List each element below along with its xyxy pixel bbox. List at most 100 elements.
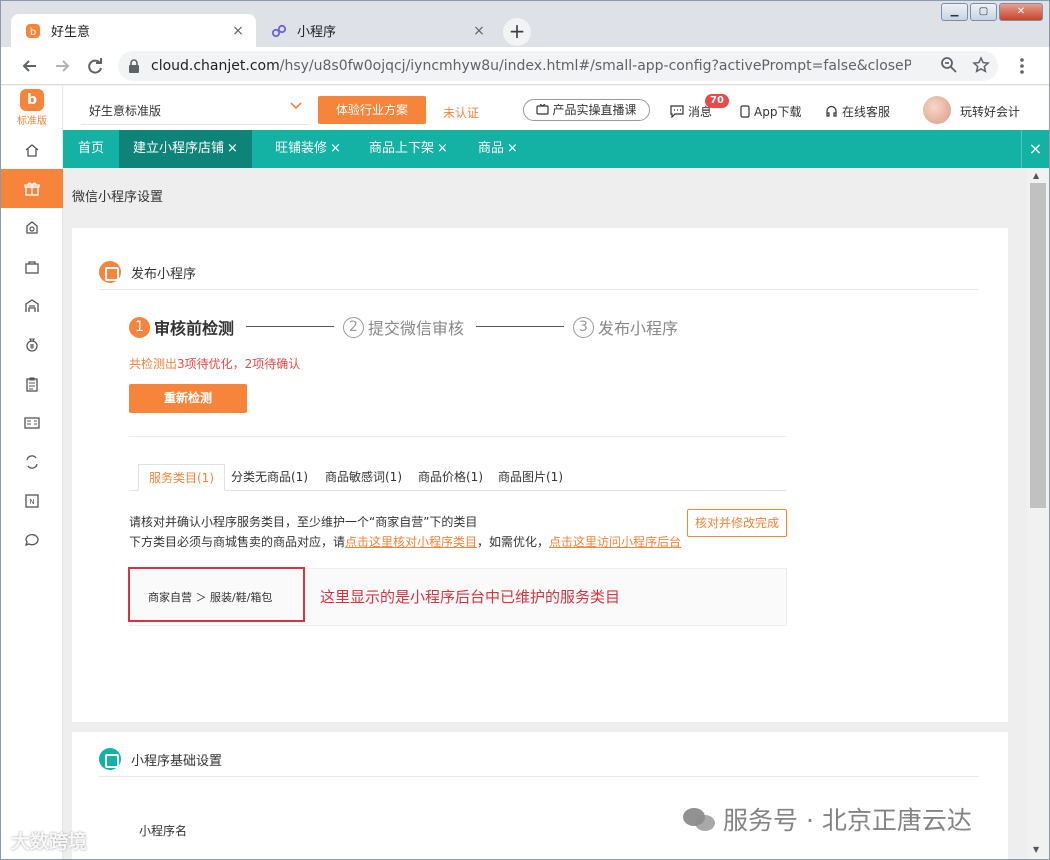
detect-summary: 共检测出3项待优化，2项待确认: [129, 355, 300, 372]
svg-text:N: N: [29, 498, 34, 506]
tab-close-icon[interactable]: ×: [230, 23, 246, 39]
watermark-brand: 大数跨境: [11, 827, 87, 854]
tab-close-icon[interactable]: ×: [471, 23, 487, 39]
sidebar-item-gift[interactable]: [1, 169, 63, 208]
edition-selector[interactable]: 好生意标准版: [89, 102, 161, 119]
sidebar-item-chat[interactable]: [1, 520, 63, 559]
step-label: 审核前检测: [154, 319, 235, 338]
app-download-link[interactable]: App下载: [740, 103, 801, 120]
gift-icon: [24, 181, 40, 196]
scroll-down-arrow-icon[interactable]: ▼: [1033, 845, 1039, 854]
message-icon: [670, 105, 684, 119]
user-name[interactable]: 玩转好会计: [960, 103, 1020, 120]
scrollbar-thumb[interactable]: [1030, 183, 1046, 508]
window-close-button[interactable]: ✕: [999, 3, 1043, 21]
tab-home[interactable]: 首页: [63, 130, 119, 168]
section-title-text: 小程序基础设置: [131, 753, 223, 769]
desc-text: 下方类目必须与商城售卖的商品对应，请: [129, 535, 346, 549]
logo-badge: b: [20, 89, 44, 111]
main-content: 微信小程序设置 发布小程序 1 审核前检测 2 提交微信审核 3 发布小程序 共…: [63, 168, 1027, 859]
brand-logo[interactable]: b 标准版: [1, 86, 63, 130]
close-icon[interactable]: ×: [437, 141, 448, 156]
browser-tab-xiaochengxu[interactable]: 小程序 ×: [257, 14, 497, 47]
refresh-cycle-icon: [26, 454, 38, 469]
sidebar-item-warehouse[interactable]: [1, 286, 63, 325]
section-title-text: 发布小程序: [131, 266, 197, 282]
step-connector: [476, 326, 564, 327]
step-number: 2: [343, 316, 364, 338]
tab-build-mini-store[interactable]: 建立小程序店铺 ×: [119, 130, 252, 168]
visit-backend-link[interactable]: 点击这里访问小程序后台: [549, 535, 681, 549]
tab-title: 好生意: [51, 25, 91, 40]
annotation-note: 这里显示的是小程序后台中已维护的服务类目: [320, 588, 621, 606]
minimize-button[interactable]: ▁: [941, 3, 968, 21]
home-icon: [25, 143, 39, 157]
tab-service-category[interactable]: 服务类目(1): [138, 464, 225, 491]
address-bar[interactable]: cloud.chanjet.com/hsy/u8s0fw0ojqcj/iyncm…: [118, 51, 998, 81]
sidebar-item-shop[interactable]: [1, 208, 63, 247]
close-icon[interactable]: ×: [330, 141, 341, 156]
shop-icon: [26, 220, 38, 234]
step-number: 1: [129, 316, 150, 338]
sidebar-item-money[interactable]: [1, 325, 63, 364]
close-icon[interactable]: ×: [507, 141, 518, 156]
tab-product-price[interactable]: 商品价格(1): [408, 464, 493, 491]
tab-product-image[interactable]: 商品图片(1): [488, 464, 573, 491]
new-tab-button[interactable]: +: [503, 18, 531, 46]
sidebar-item-bag[interactable]: [1, 247, 63, 286]
verify-complete-button[interactable]: 核对并修改完成: [687, 509, 787, 537]
sidebar-item-new[interactable]: N: [1, 481, 63, 520]
mini-program-name-label: 小程序名: [139, 824, 188, 838]
publish-card: 发布小程序 1 审核前检测 2 提交微信审核 3 发布小程序 共检测出3项待优化…: [72, 228, 1008, 722]
unverified-status[interactable]: 未认证: [443, 104, 479, 121]
chat-bubble-icon: [24, 533, 39, 546]
reload-icon[interactable]: [84, 55, 106, 77]
sidebar-item-report[interactable]: [1, 403, 63, 442]
message-count-badge: 70: [705, 94, 729, 108]
section-title: 发布小程序: [99, 261, 196, 283]
maximize-button[interactable]: ▢: [970, 3, 997, 21]
user-avatar[interactable]: [923, 96, 951, 124]
phone-icon: [740, 105, 750, 118]
check-category-link[interactable]: 点击这里核对小程序类目: [345, 535, 477, 549]
live-course-button[interactable]: 产品实操直播课: [523, 99, 650, 121]
service-category-box: 商家自营 ＞ 服装/鞋/箱包 这里显示的是小程序后台中已维护的服务类目: [128, 567, 787, 626]
close-all-tabs-button[interactable]: ×: [1021, 130, 1049, 168]
app-download-label: App下载: [754, 105, 802, 119]
tab-category-no-product[interactable]: 分类无商品(1): [221, 464, 318, 491]
step-label: 提交微信审核: [368, 319, 465, 338]
scroll-up-arrow-icon[interactable]: ▲: [1033, 171, 1039, 180]
recheck-button[interactable]: 重新检测: [129, 384, 247, 413]
browser-tab-haoshengyi[interactable]: b 好生意 ×: [11, 14, 256, 47]
publish-icon: [99, 261, 121, 283]
detect-result: 3项待优化，2项待确认: [177, 357, 301, 371]
try-industry-solution-button[interactable]: 体验行业方案: [318, 96, 426, 124]
sidebar-item-cycle[interactable]: [1, 442, 63, 481]
forward-arrow-icon[interactable]: [51, 55, 73, 77]
chevron-down-icon[interactable]: [289, 99, 303, 113]
service-category-value: 商家自营 ＞ 服装/鞋/箱包: [148, 591, 273, 604]
sidebar-item-clipboard[interactable]: [1, 364, 63, 403]
watermark-brand-label: 大数跨境: [11, 831, 88, 853]
tab-strip: b 好生意 × 小程序 × + ▁ ▢ ✕: [1, 1, 1049, 47]
close-icon[interactable]: ×: [227, 141, 238, 156]
logo-edition-tag: 标准版: [17, 116, 47, 127]
sidebar: b 标准版 N: [1, 86, 63, 859]
tab-products[interactable]: 商品 ×: [478, 130, 518, 168]
sidebar-item-home[interactable]: [1, 130, 63, 169]
tab-label: 建立小程序店铺: [133, 141, 225, 156]
clipboard-icon: [26, 376, 38, 392]
money-bag-icon: [26, 337, 38, 352]
tab-sensitive-words[interactable]: 商品敏感词(1): [315, 464, 412, 491]
step-number: 3: [573, 316, 594, 338]
online-service-link[interactable]: 在线客服: [825, 103, 890, 120]
zoom-icon[interactable]: [940, 56, 958, 78]
menu-dots-icon[interactable]: [1011, 55, 1033, 77]
tab-shop-decoration[interactable]: 旺铺装修 ×: [275, 130, 341, 168]
divider: [99, 776, 979, 777]
url-host: cloud.chanjet.com: [151, 58, 280, 74]
page-scrollbar[interactable]: ▲ ▼: [1027, 168, 1049, 859]
bookmark-star-icon[interactable]: [972, 56, 990, 78]
back-arrow-icon[interactable]: [19, 55, 41, 77]
tab-product-listing[interactable]: 商品上下架 ×: [369, 130, 448, 168]
